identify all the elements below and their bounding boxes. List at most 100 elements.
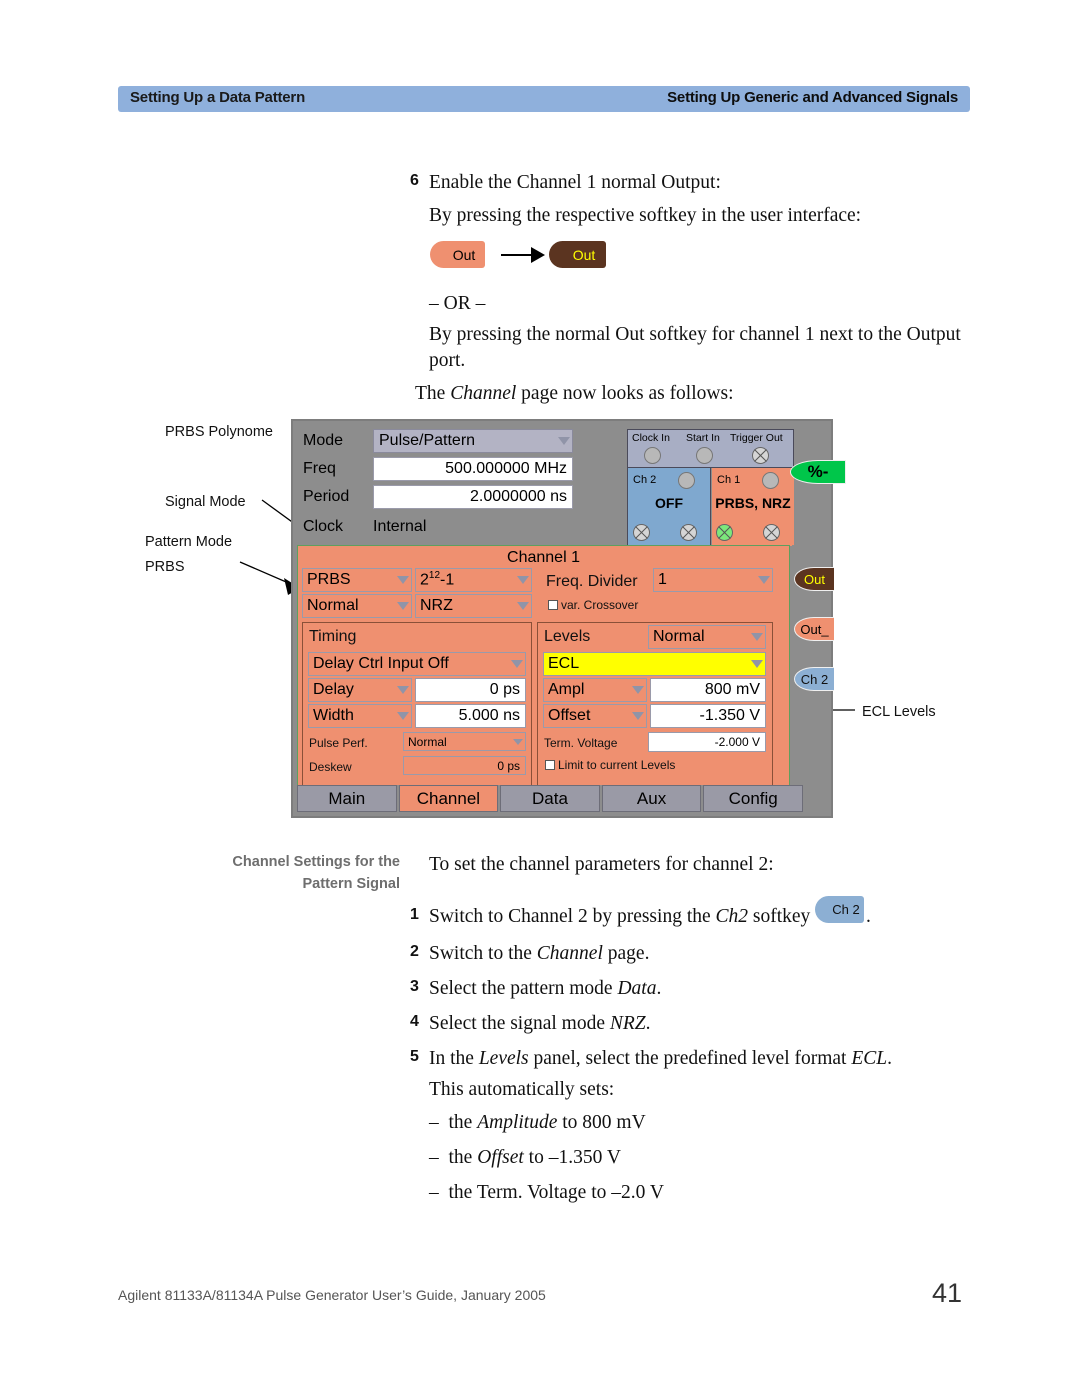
clock-label: Clock <box>303 518 344 535</box>
softkey-ch2[interactable]: Ch 2 <box>794 667 834 691</box>
instrument-screen[interactable]: Mode Pulse/Pattern Freq 500.000000 MHz P… <box>291 419 846 818</box>
limit-levels-checkbox[interactable] <box>545 760 555 770</box>
connector-ch1[interactable]: Ch 1 PRBS, NRZ <box>712 468 794 546</box>
bullet-dash: – <box>429 1147 439 1168</box>
level-format-combo[interactable]: ECL <box>543 652 766 676</box>
offset-label: Offset <box>548 707 591 724</box>
step-1-text: Switch to Channel 2 by pressing the Ch2 … <box>429 906 811 927</box>
tab-aux[interactable]: Aux <box>601 785 702 812</box>
ch2-jack-icon[interactable] <box>678 472 695 489</box>
header-left-title: Setting Up a Data Pattern <box>130 89 306 106</box>
levels-mode-value: Normal <box>653 628 705 645</box>
delay-field[interactable]: 0 ps <box>415 678 526 702</box>
chevron-down-icon[interactable] <box>511 660 523 668</box>
freq-divider-combo[interactable]: 1 <box>653 568 773 592</box>
out-softkey-off[interactable]: Out <box>430 241 485 268</box>
chevron-down-icon[interactable] <box>397 576 409 584</box>
ch1-out-jack-icon-enabled[interactable] <box>716 524 733 541</box>
width-field[interactable]: 5.000 ns <box>415 704 526 728</box>
offset-label-box[interactable]: Offset <box>543 704 647 728</box>
var-crossover-checkbox[interactable] <box>548 600 558 610</box>
softkey-out[interactable]: Out <box>794 567 834 591</box>
chevron-down-icon[interactable] <box>397 712 409 720</box>
clock-in-jack-icon[interactable] <box>644 447 661 464</box>
delay-ctrl-combo[interactable]: Delay Ctrl Input Off <box>308 652 526 676</box>
tab-data[interactable]: Data <box>500 785 600 812</box>
mode-combo[interactable]: Pulse/Pattern <box>373 429 573 453</box>
levels-mode-combo[interactable]: Normal <box>648 625 766 649</box>
callout-prbs-polynome: PRBS Polynome <box>165 424 273 440</box>
chevron-down-icon[interactable] <box>397 602 409 610</box>
freq-field[interactable]: 500.000000 MHz <box>373 457 573 481</box>
timing-title: Timing <box>309 628 357 645</box>
var-crossover-label: var. Crossover <box>561 598 639 612</box>
callout-pattern-mode: Pattern Mode <box>145 534 233 550</box>
channel-page-caption: The Channel page now looks as follows: <box>415 383 734 404</box>
step-1: 1 Switch to Channel 2 by pressing the Ch… <box>410 904 811 930</box>
tab-main[interactable]: Main <box>297 785 397 812</box>
start-in-label: Start In <box>686 432 720 444</box>
polynome-combo[interactable]: 212-1 <box>415 568 532 592</box>
term-voltage-field[interactable]: -2.000 V <box>648 732 766 752</box>
tab-config[interactable]: Config <box>703 785 803 812</box>
pulse-perf-combo[interactable]: Normal <box>403 732 526 751</box>
bullet-dash: – <box>429 1112 439 1133</box>
pulse-perf-value: Normal <box>408 734 447 749</box>
step-3-number: 3 <box>410 978 419 995</box>
chevron-down-icon[interactable] <box>632 712 644 720</box>
step-5: 5 In the Levels panel, select the predef… <box>410 1046 999 1072</box>
step-4-text: Select the signal mode NRZ. <box>429 1013 651 1034</box>
side-heading-line2: Pattern Signal <box>302 875 401 892</box>
freq-divider-value: 1 <box>658 571 667 588</box>
offset-field[interactable]: -1.350 V <box>650 704 766 728</box>
step-5-text: In the Levels panel, select the predefin… <box>429 1048 892 1069</box>
ch2-softkey-inline[interactable]: Ch 2 <box>815 896 864 923</box>
ch2-out-jack-icon[interactable] <box>633 524 650 541</box>
width-label-box[interactable]: Width <box>308 704 412 728</box>
clock-in-label: Clock In <box>632 432 670 444</box>
auto-sets-text: This automatically sets: <box>429 1079 615 1100</box>
connector-panel: Clock In Start In Trigger Out Ch 2 OFF C… <box>627 429 794 546</box>
term-voltage-label: Term. Voltage <box>544 736 618 750</box>
chevron-down-icon[interactable] <box>632 686 644 694</box>
polarity-combo[interactable]: Normal <box>302 594 412 618</box>
signal-mode-value: NRZ <box>420 597 453 614</box>
polarity-value: Normal <box>307 597 359 614</box>
ampl-field[interactable]: 800 mV <box>650 678 766 702</box>
ch1-outn-jack-icon[interactable] <box>763 524 780 541</box>
deskew-field[interactable]: 0 ps <box>403 756 526 775</box>
chevron-down-icon[interactable] <box>758 576 770 584</box>
tab-channel[interactable]: Channel <box>398 785 499 812</box>
ch2-outn-jack-icon[interactable] <box>680 524 697 541</box>
start-in-jack-icon[interactable] <box>696 447 713 464</box>
softkey-out-negated[interactable]: Out_ <box>794 617 834 641</box>
chevron-down-icon[interactable] <box>397 686 409 694</box>
footer-text: Agilent 81133A/81134A Pulse Generator Us… <box>118 1287 546 1303</box>
freq-divider-label: Freq. Divider <box>546 573 638 590</box>
ch1-state: PRBS, NRZ <box>715 495 791 511</box>
chevron-down-icon[interactable] <box>751 633 763 641</box>
chevron-down-icon[interactable] <box>517 576 529 584</box>
instrument-tab-bar[interactable]: Main Channel Data Aux Config <box>297 785 831 812</box>
ch2-name: Ch 2 <box>633 474 657 486</box>
step-4-number: 4 <box>410 1013 419 1030</box>
width-label: Width <box>313 707 354 724</box>
bullet-offset: – the Offset to –1.350 V <box>429 1147 621 1168</box>
transition-arrow-head <box>531 247 545 263</box>
ch1-jack-icon[interactable] <box>762 472 779 489</box>
clock-value: Internal <box>373 518 427 535</box>
out-softkey-on[interactable]: Out <box>549 241 606 268</box>
percent-softkey[interactable]: %- <box>790 460 846 484</box>
period-label: Period <box>303 488 350 505</box>
trigger-out-jack-icon[interactable] <box>752 447 769 464</box>
chevron-down-icon[interactable] <box>513 738 523 745</box>
connector-ch2[interactable]: Ch 2 OFF <box>628 468 711 546</box>
chevron-down-icon[interactable] <box>517 602 529 610</box>
ampl-label-box[interactable]: Ampl <box>543 678 647 702</box>
period-field[interactable]: 2.0000000 ns <box>373 485 573 509</box>
signal-mode-combo[interactable]: NRZ <box>415 594 532 618</box>
chevron-down-icon[interactable] <box>558 437 570 445</box>
delay-label-box[interactable]: Delay <box>308 678 412 702</box>
pattern-mode-combo[interactable]: PRBS <box>302 568 412 592</box>
chevron-down-icon[interactable] <box>751 660 763 668</box>
